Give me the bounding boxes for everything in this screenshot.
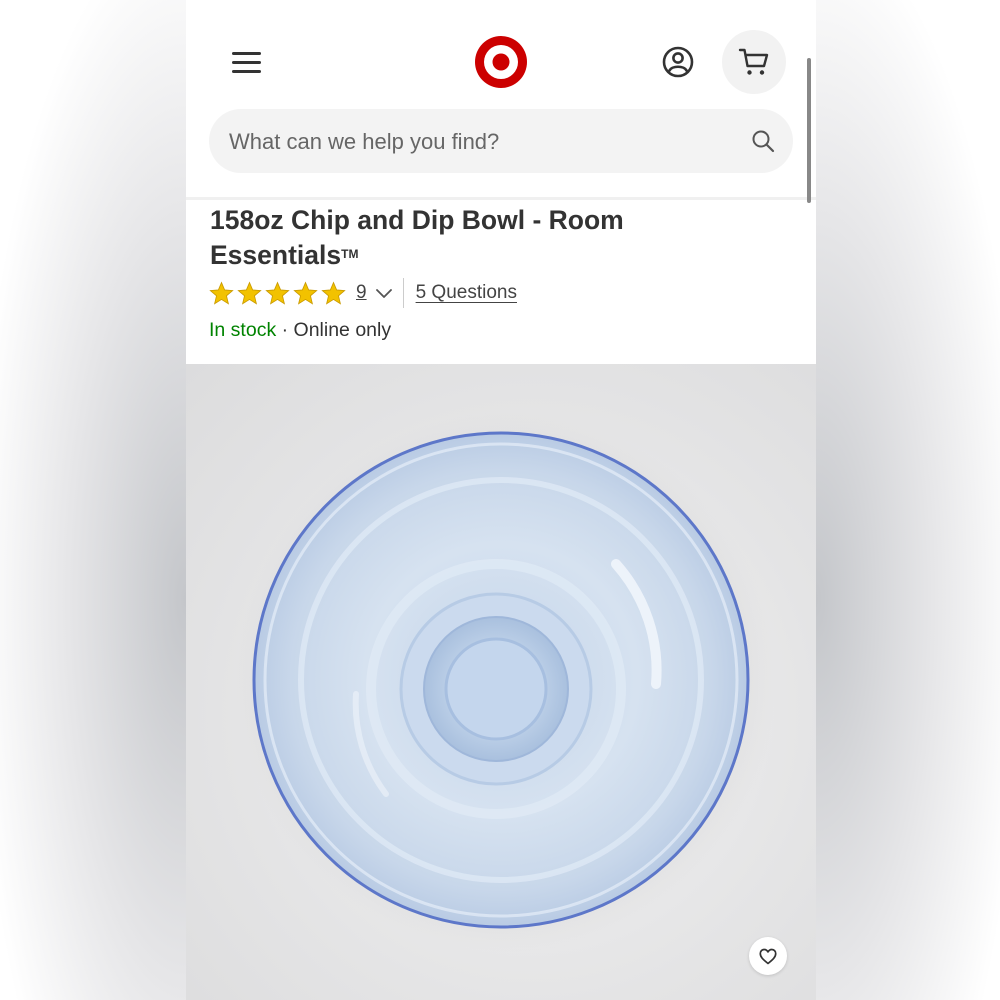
availability-row: In stock · Online only (209, 319, 391, 342)
heart-icon (759, 948, 777, 965)
cart-button[interactable] (722, 30, 786, 94)
chevron-down-icon[interactable] (375, 284, 393, 302)
product-image-area[interactable] (186, 364, 816, 1000)
background-left (0, 0, 186, 1000)
scrollbar[interactable] (807, 58, 811, 203)
star-icon (237, 280, 262, 305)
product-image[interactable] (186, 364, 816, 1000)
search-input[interactable] (227, 109, 741, 175)
account-icon[interactable] (660, 44, 696, 80)
trademark-mark: TM (341, 247, 359, 261)
rating-count-link[interactable]: 9 (356, 282, 367, 304)
star-rating[interactable] (209, 280, 346, 306)
background-right (816, 0, 1000, 1000)
menu-button[interactable] (230, 48, 264, 78)
mobile-page: 158oz Chip and Dip Bowl - Room Essential… (186, 0, 816, 1000)
product-title-text: 158oz Chip and Dip Bowl - Room Essential… (210, 205, 624, 270)
cart-icon (738, 48, 769, 75)
rating-row: 9 5 Questions (209, 278, 517, 308)
target-logo[interactable] (474, 35, 528, 89)
star-icon (293, 280, 318, 305)
availability-text: · Online only (276, 319, 392, 341)
product-title: 158oz Chip and Dip Bowl - Room Essential… (210, 203, 750, 272)
stock-status: In stock (209, 319, 277, 341)
header-divider (186, 197, 816, 200)
search-icon[interactable] (751, 129, 775, 153)
rating-separator (402, 278, 404, 308)
questions-link[interactable]: 5 Questions (416, 282, 517, 304)
search-bar (209, 109, 793, 175)
favorite-button[interactable] (749, 937, 787, 975)
star-icon (265, 280, 290, 305)
star-icon (209, 280, 234, 305)
site-header (186, 0, 816, 198)
star-icon (321, 280, 346, 305)
